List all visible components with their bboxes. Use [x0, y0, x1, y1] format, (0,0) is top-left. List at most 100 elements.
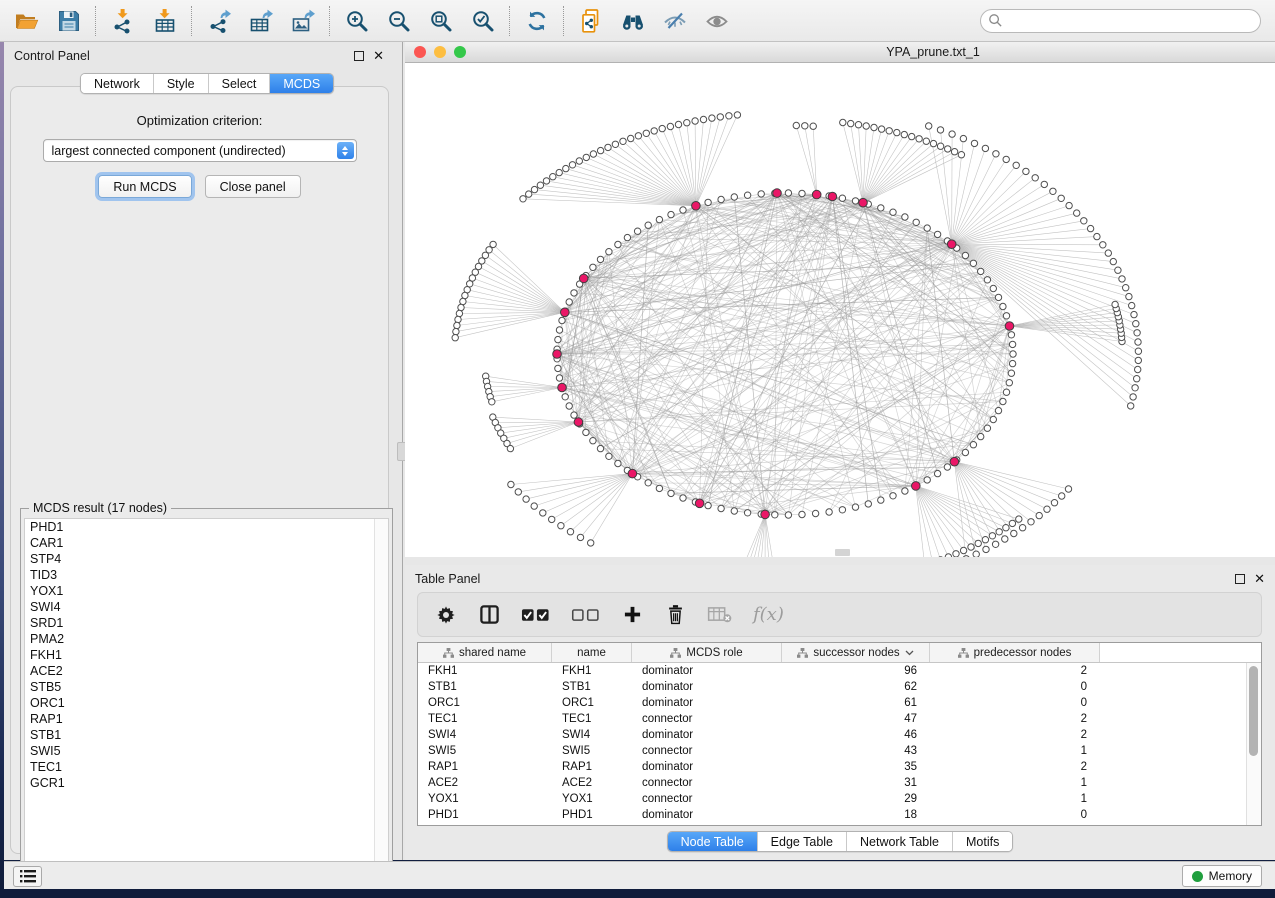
- column-header-shared-name[interactable]: shared name: [418, 643, 552, 662]
- table-row[interactable]: PHD1PHD1dominator180: [418, 807, 1261, 823]
- cell-predecessor-nodes: 0: [930, 679, 1100, 695]
- cell-successor-nodes: 62: [782, 679, 930, 695]
- mcds-result-item[interactable]: SRD1: [25, 615, 388, 631]
- mcds-result-list[interactable]: PHD1CAR1STP4TID3YOX1SWI4SRD1PMA2FKH1ACE2…: [24, 518, 389, 877]
- share-document-icon[interactable]: [577, 7, 604, 34]
- cell-shared-name: STB1: [418, 679, 552, 695]
- zoom-in-icon[interactable]: [343, 7, 370, 34]
- tab-style[interactable]: Style: [153, 74, 208, 93]
- zoom-out-icon[interactable]: [385, 7, 412, 34]
- control-panel-title: Control Panel: [14, 49, 90, 63]
- cell-MCDS-role: connector: [632, 775, 782, 791]
- column-header-MCDS-role[interactable]: MCDS role: [632, 643, 782, 662]
- settings-icon[interactable]: [435, 602, 457, 628]
- cell-shared-name: ACE2: [418, 775, 552, 791]
- mcds-result-item[interactable]: TID3: [25, 567, 388, 583]
- cell-MCDS-role: connector: [632, 711, 782, 727]
- zoom-fit-icon[interactable]: [427, 7, 454, 34]
- criterion-dropdown[interactable]: largest connected component (undirected): [43, 139, 357, 162]
- table-row[interactable]: SWI4SWI4dominator462: [418, 727, 1261, 743]
- table-row[interactable]: FKH1FKH1dominator962: [418, 663, 1261, 679]
- search-network-icon[interactable]: [619, 7, 646, 34]
- search-box: [980, 9, 1261, 33]
- tab-mcds[interactable]: MCDS: [269, 74, 333, 93]
- column-header-successor-nodes[interactable]: successor nodes: [782, 643, 930, 662]
- hide-panel-icon[interactable]: [661, 7, 688, 34]
- cell-shared-name: FKH1: [418, 663, 552, 679]
- network-graph[interactable]: [405, 63, 1275, 557]
- mcds-result-item[interactable]: PMA2: [25, 631, 388, 647]
- export-image-icon[interactable]: [289, 7, 316, 34]
- dropdown-stepper-icon[interactable]: [337, 142, 354, 159]
- table-row[interactable]: YOX1YOX1connector291: [418, 791, 1261, 807]
- table-row[interactable]: RAP1RAP1dominator352: [418, 759, 1261, 775]
- tab-node-table[interactable]: Node Table: [668, 832, 757, 851]
- memory-button[interactable]: Memory: [1182, 865, 1262, 887]
- run-mcds-button[interactable]: Run MCDS: [98, 175, 191, 198]
- cell-MCDS-role: connector: [632, 791, 782, 807]
- network-canvas[interactable]: [405, 63, 1275, 557]
- cell-predecessor-nodes: 1: [930, 791, 1100, 807]
- cell-shared-name: TEC1: [418, 711, 552, 727]
- float-table-panel-icon[interactable]: [1235, 574, 1245, 584]
- close-table-panel-icon[interactable]: ✕: [1254, 574, 1265, 584]
- column-header-name[interactable]: name: [552, 643, 632, 662]
- mcds-result-item[interactable]: ACE2: [25, 663, 388, 679]
- deselect-all-icon[interactable]: [571, 602, 600, 628]
- close-panel-button[interactable]: Close panel: [205, 175, 301, 198]
- table-row[interactable]: ORC1ORC1dominator610: [418, 695, 1261, 711]
- search-icon: [988, 13, 1003, 28]
- import-table-icon[interactable]: [151, 7, 178, 34]
- save-session-icon[interactable]: [55, 7, 82, 34]
- tab-edge-table[interactable]: Edge Table: [757, 832, 846, 851]
- export-table-icon[interactable]: [247, 7, 274, 34]
- network-titlebar: YPA_prune.txt_1: [405, 42, 1275, 63]
- mcds-result-item[interactable]: PHD1: [25, 519, 388, 535]
- tab-motifs[interactable]: Motifs: [952, 832, 1012, 851]
- open-file-icon[interactable]: [13, 7, 40, 34]
- mcds-result-item[interactable]: GCR1: [25, 775, 388, 791]
- export-network-icon[interactable]: [205, 7, 232, 34]
- delete-column-icon[interactable]: [664, 602, 686, 628]
- column-header-predecessor-nodes[interactable]: predecessor nodes: [930, 643, 1100, 662]
- mcds-result-item[interactable]: STB1: [25, 727, 388, 743]
- control-panel-tabs: NetworkStyleSelectMCDS: [80, 73, 334, 94]
- choose-columns-icon[interactable]: [478, 602, 500, 628]
- table-row[interactable]: TEC1TEC1connector472: [418, 711, 1261, 727]
- mcds-result-item[interactable]: ORC1: [25, 695, 388, 711]
- mcds-result-item[interactable]: YOX1: [25, 583, 388, 599]
- add-column-icon[interactable]: [621, 602, 643, 628]
- table-body: FKH1FKH1dominator962STB1STB1dominator620…: [418, 663, 1261, 823]
- cell-shared-name: ORC1: [418, 695, 552, 711]
- cell-name: PHD1: [552, 807, 632, 823]
- mcds-result-item[interactable]: RAP1: [25, 711, 388, 727]
- mcds-result-item[interactable]: SWI4: [25, 599, 388, 615]
- function-builder-icon: f(x): [753, 602, 784, 628]
- select-all-icon[interactable]: [521, 602, 550, 628]
- vertical-splitter[interactable]: [402, 42, 403, 860]
- task-history-button[interactable]: [13, 866, 42, 887]
- mcds-result-item[interactable]: TEC1: [25, 759, 388, 775]
- mcds-result-item[interactable]: STB5: [25, 679, 388, 695]
- cell-shared-name: PHD1: [418, 807, 552, 823]
- mcds-result-item[interactable]: FKH1: [25, 647, 388, 663]
- tab-network[interactable]: Network: [81, 74, 153, 93]
- table-row[interactable]: ACE2ACE2connector311: [418, 775, 1261, 791]
- table-row[interactable]: STB1STB1dominator620: [418, 679, 1261, 695]
- table-scrollbar[interactable]: [1246, 663, 1261, 825]
- list-scrollbar[interactable]: [374, 519, 388, 876]
- search-input[interactable]: [1003, 11, 1260, 31]
- import-network-icon[interactable]: [109, 7, 136, 34]
- float-window-icon[interactable]: [354, 51, 364, 61]
- refresh-layout-icon[interactable]: [523, 7, 550, 34]
- close-panel-icon[interactable]: ✕: [373, 51, 384, 61]
- mcds-result-item[interactable]: SWI5: [25, 743, 388, 759]
- table-row[interactable]: SWI5SWI5connector431: [418, 743, 1261, 759]
- mcds-result-item[interactable]: CAR1: [25, 535, 388, 551]
- horizontal-splitter-grip[interactable]: [835, 549, 850, 556]
- tab-select[interactable]: Select: [208, 74, 270, 93]
- tab-network-table[interactable]: Network Table: [846, 832, 952, 851]
- table-scrollbar-thumb[interactable]: [1249, 666, 1258, 756]
- zoom-selected-icon[interactable]: [469, 7, 496, 34]
- mcds-result-item[interactable]: STP4: [25, 551, 388, 567]
